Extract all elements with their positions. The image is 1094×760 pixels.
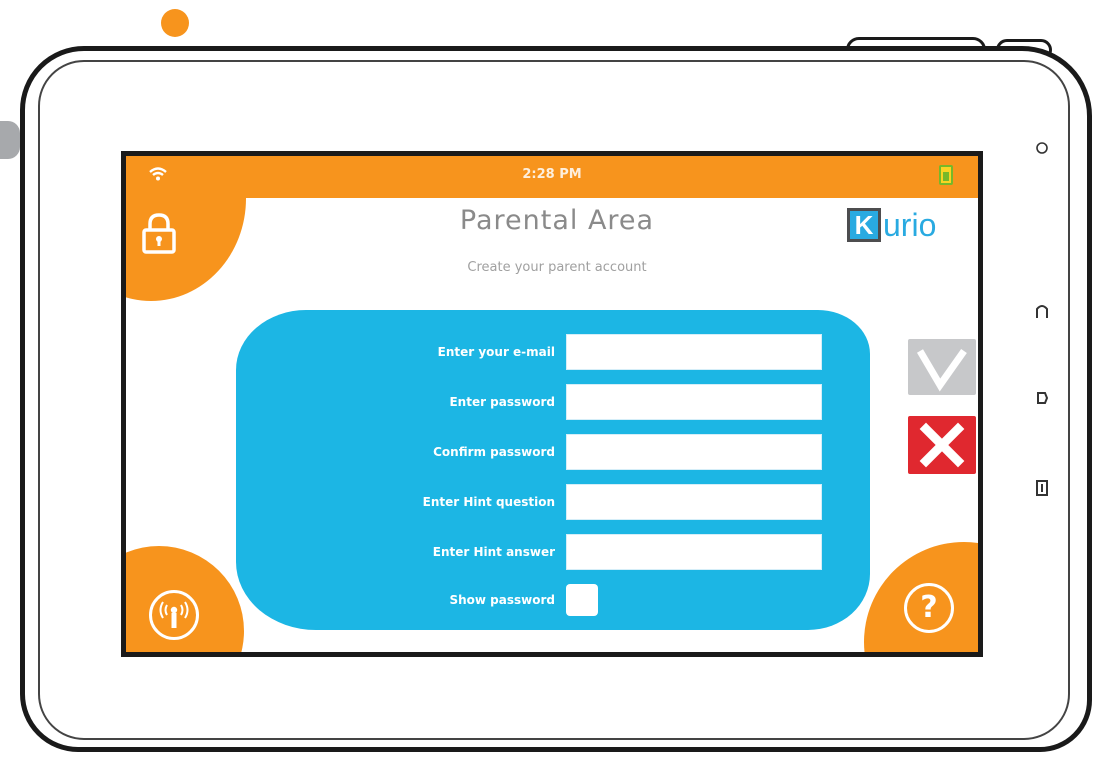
battery-icon [939, 165, 953, 185]
email-row: Enter your e-mail [236, 332, 870, 372]
hint-answer-label: Enter Hint answer [432, 545, 555, 559]
confirm-password-field[interactable] [566, 434, 822, 470]
confirm-button[interactable] [908, 339, 976, 395]
email-label: Enter your e-mail [437, 345, 555, 359]
status-bar: 2:28 PM [126, 156, 978, 198]
show-password-label: Show password [449, 593, 555, 607]
brand-name: urio [883, 207, 937, 243]
hint-question-label: Enter Hint question [422, 495, 555, 509]
close-icon [919, 422, 965, 468]
home-icon[interactable] [1022, 291, 1062, 331]
hint-answer-field[interactable] [566, 534, 822, 570]
hint-answer-row: Enter Hint answer [236, 532, 870, 572]
hint-question-field[interactable] [566, 484, 822, 520]
password-row: Enter password [236, 382, 870, 422]
confirm-password-label: Confirm password [433, 445, 555, 459]
checkmark-icon [916, 348, 967, 392]
show-password-checkbox[interactable] [566, 584, 598, 616]
account-form: Enter your e-mail Enter password Confirm… [236, 310, 870, 630]
brand-initial: K [850, 211, 878, 239]
decorative-tab [0, 121, 20, 159]
email-field[interactable] [566, 334, 822, 370]
menu-icon[interactable] [1022, 468, 1062, 508]
camera-icon [1022, 128, 1062, 168]
cancel-button[interactable] [908, 416, 976, 474]
hint-question-row: Enter Hint question [236, 482, 870, 522]
confirm-password-row: Confirm password [236, 432, 870, 472]
brand-logo-mark: K [847, 208, 881, 242]
help-button[interactable]: ? [904, 583, 954, 633]
status-time: 2:28 PM [522, 167, 582, 182]
show-password-row: Show password [236, 580, 870, 620]
password-label: Enter password [449, 395, 555, 409]
back-icon[interactable] [1022, 378, 1062, 418]
decorative-dot [161, 9, 189, 37]
password-field[interactable] [566, 384, 822, 420]
device-screen: 2:28 PM Parental Area Create your parent… [121, 151, 983, 657]
page-subtitle: Create your parent account [467, 260, 647, 275]
parental-control-icon[interactable] [149, 590, 199, 640]
brand-logo: K urio [847, 208, 936, 242]
